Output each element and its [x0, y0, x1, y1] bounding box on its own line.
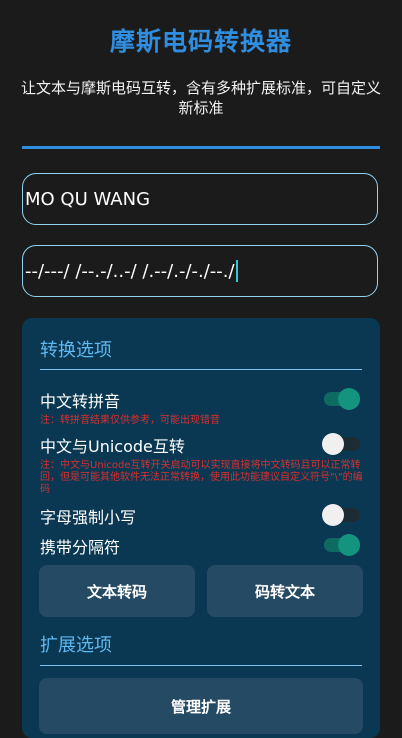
morse-input[interactable]: --/---/ /--.-/..-/ /.--/.-/-./--./: [22, 245, 378, 297]
header-divider: [22, 146, 380, 149]
unicode-label: 中文与Unicode互转: [40, 437, 185, 456]
lowercase-label: 字母强制小写: [40, 508, 137, 527]
manage-extensions-button[interactable]: 管理扩展: [39, 678, 363, 734]
page-title: 摩斯电码转换器: [109, 27, 292, 56]
conversion-options-divider: [40, 369, 362, 370]
page-subtitle: 让文本与摩斯电码互转，含有多种扩展标准，可自定义新标准: [20, 79, 381, 117]
decode-button[interactable]: 码转文本: [207, 565, 363, 617]
pinyin-note: 注：转拼音结果仅供参考，可能出现错音: [40, 415, 220, 426]
text-input[interactable]: MO QU WANG: [22, 173, 378, 225]
unicode-toggle[interactable]: [322, 433, 360, 455]
pinyin-toggle-knob: [338, 388, 360, 410]
unicode-toggle-knob: [322, 433, 344, 455]
encode-button[interactable]: 文本转码: [39, 565, 195, 617]
conversion-options-title: 转换选项: [40, 340, 112, 361]
text-cursor: [235, 260, 238, 282]
separator-label: 携带分隔符: [40, 538, 121, 557]
morse-input-value: --/---/ /--.-/..-/ /.--/.-/-./--./: [25, 260, 235, 282]
options-panel: 转换选项 中文转拼音 注：转拼音结果仅供参考，可能出现错音 中文与Unicode…: [22, 318, 380, 738]
separator-toggle[interactable]: [324, 534, 360, 556]
extension-options-divider: [40, 665, 362, 666]
unicode-note: 注：中文与Unicode互转开关启动可以实现直接将中文转码且可以正常转回，但是可…: [40, 460, 363, 495]
lowercase-toggle[interactable]: [322, 504, 360, 526]
pinyin-toggle[interactable]: [324, 388, 360, 410]
extension-options-title: 扩展选项: [40, 635, 112, 656]
text-input-value: MO QU WANG: [25, 188, 151, 210]
lowercase-toggle-knob: [322, 504, 344, 526]
separator-toggle-knob: [338, 534, 360, 556]
pinyin-label: 中文转拼音: [40, 392, 121, 411]
